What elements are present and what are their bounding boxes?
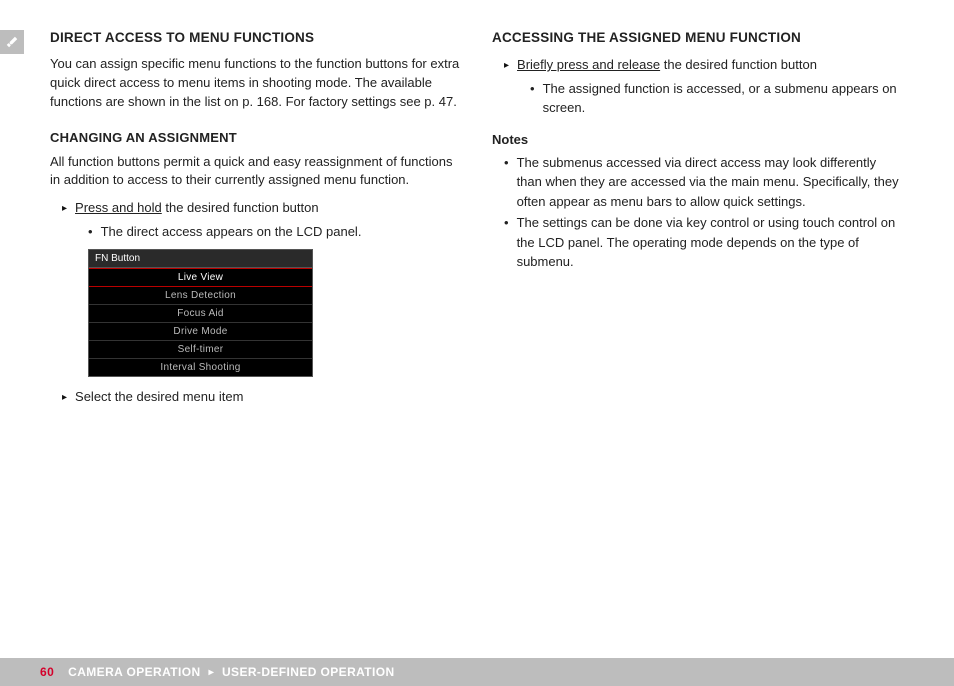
menu-item: Self-timer — [89, 341, 312, 359]
notes-heading: Notes — [492, 132, 904, 147]
lcd-menu-illustration: FN Button Live View Lens Detection Focus… — [88, 249, 313, 377]
arrow-icon: ▸ — [62, 201, 67, 216]
note: • The settings can be done via key contr… — [504, 213, 904, 272]
separator-icon: ▸ — [209, 667, 214, 678]
bullet-icon: • — [88, 222, 93, 242]
breadcrumb-subsection: USER-DEFINED OPERATION — [222, 665, 395, 679]
menu-header: FN Button — [89, 250, 312, 268]
subsection-title: CHANGING AN ASSIGNMENT — [50, 130, 462, 145]
bullet-icon: • — [504, 153, 509, 173]
arrow-icon: ▸ — [62, 390, 67, 405]
step-text: Press and hold the desired function butt… — [75, 198, 319, 218]
step-press-hold: ▸ Press and hold the desired function bu… — [62, 198, 462, 218]
menu-item: Drive Mode — [89, 323, 312, 341]
note: • The submenus accessed via direct acces… — [504, 153, 904, 212]
page-content: DIRECT ACCESS TO MENU FUNCTIONS You can … — [0, 0, 954, 411]
bullet-icon: • — [530, 79, 535, 99]
subsection-intro: All function buttons permit a quick and … — [50, 153, 462, 191]
section-title: DIRECT ACCESS TO MENU FUNCTIONS — [50, 30, 462, 45]
menu-item: Focus Aid — [89, 305, 312, 323]
left-column: DIRECT ACCESS TO MENU FUNCTIONS You can … — [50, 30, 462, 411]
page-footer: 60 CAMERA OPERATION ▸ USER-DEFINED OPERA… — [0, 658, 954, 686]
bullet-icon: • — [504, 213, 509, 233]
page-number: 60 — [40, 665, 54, 679]
step-result: • The assigned function is accessed, or … — [530, 79, 904, 118]
step-result: • The direct access appears on the LCD p… — [88, 222, 462, 242]
intro-text: You can assign specific menu functions t… — [50, 55, 462, 112]
tools-tab-icon — [0, 30, 24, 54]
arrow-icon: ▸ — [504, 58, 509, 73]
menu-item: Lens Detection — [89, 287, 312, 305]
menu-item: Interval Shooting — [89, 359, 312, 376]
step-press-release: ▸ Briefly press and release the desired … — [504, 55, 904, 75]
step-text: Select the desired menu item — [75, 387, 243, 407]
section-title: ACCESSING THE ASSIGNED MENU FUNCTION — [492, 30, 904, 45]
breadcrumb-section: CAMERA OPERATION — [68, 665, 200, 679]
right-column: ACCESSING THE ASSIGNED MENU FUNCTION ▸ B… — [492, 30, 904, 411]
step-select: ▸ Select the desired menu item — [62, 387, 462, 407]
step-text: Briefly press and release the desired fu… — [517, 55, 817, 75]
menu-item: Live View — [89, 268, 312, 287]
